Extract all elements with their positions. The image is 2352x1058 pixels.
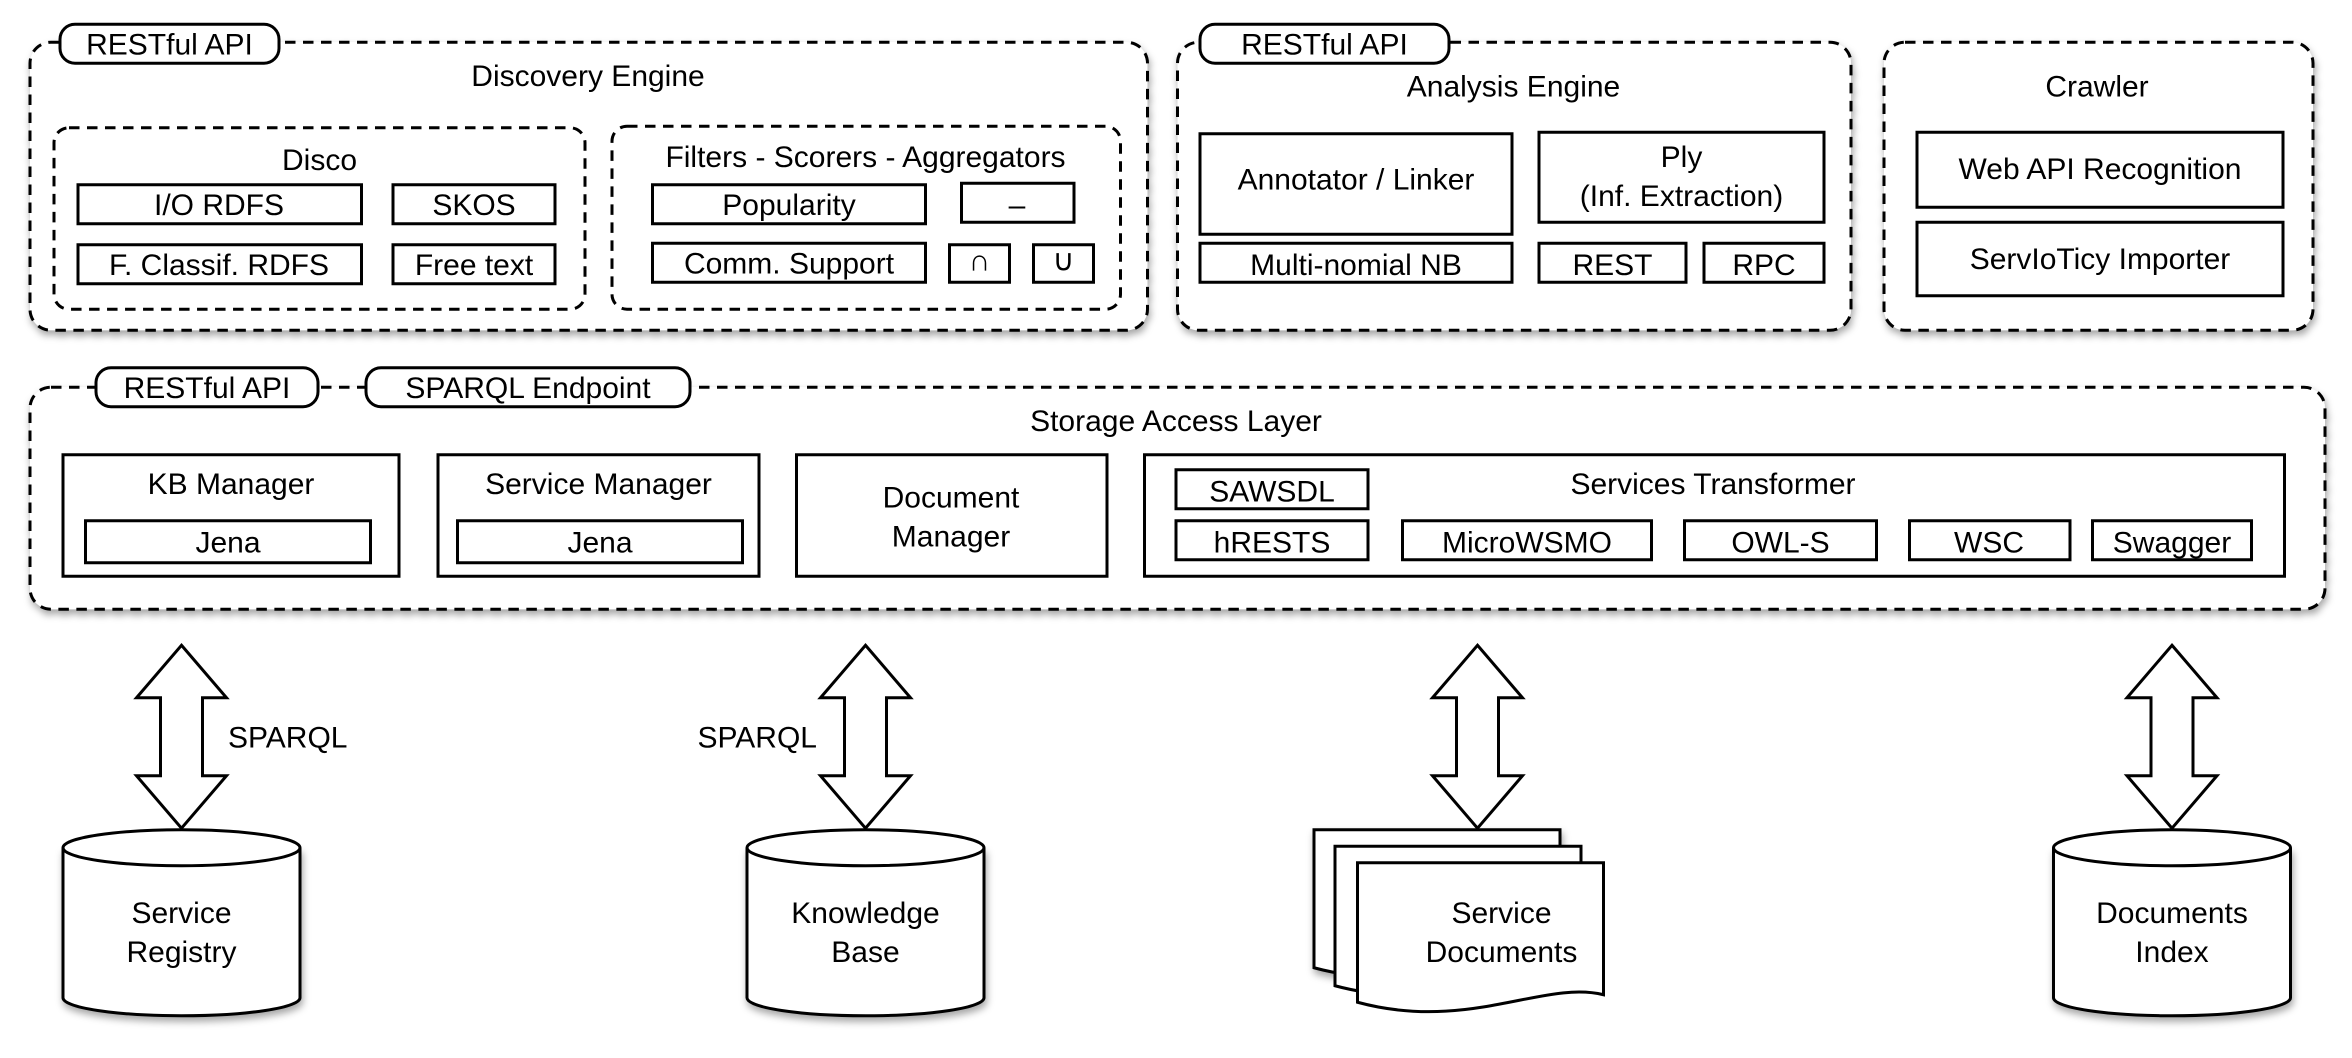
serviotic-importer-box: ServIoTicy Importer xyxy=(1970,243,2231,276)
store-label: Service xyxy=(131,897,231,930)
double-arrow-icon xyxy=(2125,643,2219,830)
tab-label: RESTful API xyxy=(1241,28,1408,61)
sawsdl-box: SAWSDL xyxy=(1209,475,1335,508)
annotator-linker-box: Annotator / Linker xyxy=(1238,163,1475,196)
comm-support-box: Comm. Support xyxy=(684,247,895,280)
kb-manager-title: KB Manager xyxy=(148,468,315,501)
disco-title: Disco xyxy=(282,144,357,177)
popularity-box: Popularity xyxy=(722,189,855,222)
store-label: Knowledge xyxy=(791,897,939,930)
documents-index-database-icon: Documents Index xyxy=(2052,828,2292,1018)
microwsmo-box: MicroWSMO xyxy=(1442,526,1612,559)
store-label: Documents xyxy=(1426,936,1578,969)
document-manager-title-line2: Manager xyxy=(892,520,1010,553)
crawler: Crawler Web API Recognition ServIoTicy I… xyxy=(1882,40,2315,332)
knowledge-base-database-icon: Knowledge Base xyxy=(745,828,986,1018)
storage-access-layer: RESTful API SPARQL Endpoint Storage Acce… xyxy=(28,366,2327,611)
storage-layer-title: Storage Access Layer xyxy=(1030,405,1322,438)
union-box: ∪ xyxy=(1053,244,1075,277)
document-manager-title: Document xyxy=(883,481,1020,514)
store-label: Documents xyxy=(2096,897,2248,930)
swagger-box: Swagger xyxy=(2113,526,2231,559)
double-arrow-icon xyxy=(1431,643,1524,830)
io-rdfs-box: I/O RDFS xyxy=(154,189,284,222)
hrests-box: hRESTS xyxy=(1214,526,1331,559)
crawler-title: Crawler xyxy=(2045,70,2148,103)
sparql-label-registry: SPARQL xyxy=(228,721,348,754)
discovery-engine: RESTful API Discovery Engine Disco I/O R… xyxy=(28,22,1149,332)
document-manager: Document Manager xyxy=(795,453,1109,578)
rest-box: REST xyxy=(1572,249,1652,282)
owl-s-box: OWL-S xyxy=(1731,526,1829,559)
free-text-box: Free text xyxy=(415,249,534,282)
minus-box: – xyxy=(1009,189,1026,222)
rpc-box: RPC xyxy=(1732,249,1795,282)
ply-subtitle: (Inf. Extraction) xyxy=(1580,180,1783,213)
double-arrow-icon xyxy=(135,643,228,830)
service-manager: Service Manager Jena xyxy=(436,453,761,578)
wsc-box: WSC xyxy=(1954,526,2024,559)
store-label: Registry xyxy=(126,936,236,969)
analysis-engine-title: Analysis Engine xyxy=(1407,70,1620,103)
filters-group: Filters - Scorers - Aggregators Populari… xyxy=(610,124,1122,311)
ply-box: Ply xyxy=(1661,141,1703,174)
services-transformer-title: Services Transformer xyxy=(1570,468,1855,501)
jena-box: Jena xyxy=(567,526,632,559)
discovery-restful-api-tab: RESTful API xyxy=(58,22,281,65)
sparql-label-kb: SPARQL xyxy=(698,721,818,754)
intersection-box: ∩ xyxy=(969,244,991,277)
store-label: Index xyxy=(2135,936,2208,969)
store-label: Base xyxy=(831,936,899,969)
storage-restful-api-tab: RESTful API xyxy=(94,366,320,409)
services-transformer: Services Transformer SAWSDL hRESTS Micro… xyxy=(1143,453,2286,578)
double-arrow-icon xyxy=(819,643,912,830)
service-manager-title: Service Manager xyxy=(485,468,712,501)
tab-label: SPARQL Endpoint xyxy=(405,372,651,405)
tab-label: RESTful API xyxy=(86,28,253,61)
tab-label: RESTful API xyxy=(124,372,291,405)
store-label: Service xyxy=(1451,897,1551,930)
service-registry-database-icon: Service Registry xyxy=(61,828,302,1018)
analysis-engine: RESTful API Analysis Engine Annotator / … xyxy=(1176,22,1853,332)
kb-manager: KB Manager Jena xyxy=(61,453,401,578)
architecture-diagram: RESTful API Discovery Engine Disco I/O R… xyxy=(28,22,2327,1018)
skos-box: SKOS xyxy=(432,189,515,222)
web-api-recognition-box: Web API Recognition xyxy=(1959,153,2242,186)
service-documents-stack-icon: Service Documents xyxy=(1312,828,1605,1014)
analysis-restful-api-tab: RESTful API xyxy=(1198,22,1451,65)
discovery-engine-title: Discovery Engine xyxy=(471,60,704,93)
multinomial-nb-box: Multi-nomial NB xyxy=(1250,249,1462,282)
f-classif-rdfs-box: F. Classif. RDFS xyxy=(109,249,329,282)
jena-box: Jena xyxy=(195,526,260,559)
disco-group: Disco I/O RDFS SKOS F. Classif. RDFS Fre… xyxy=(52,126,587,311)
sparql-endpoint-tab: SPARQL Endpoint xyxy=(364,366,692,409)
filters-title: Filters - Scorers - Aggregators xyxy=(665,141,1065,174)
